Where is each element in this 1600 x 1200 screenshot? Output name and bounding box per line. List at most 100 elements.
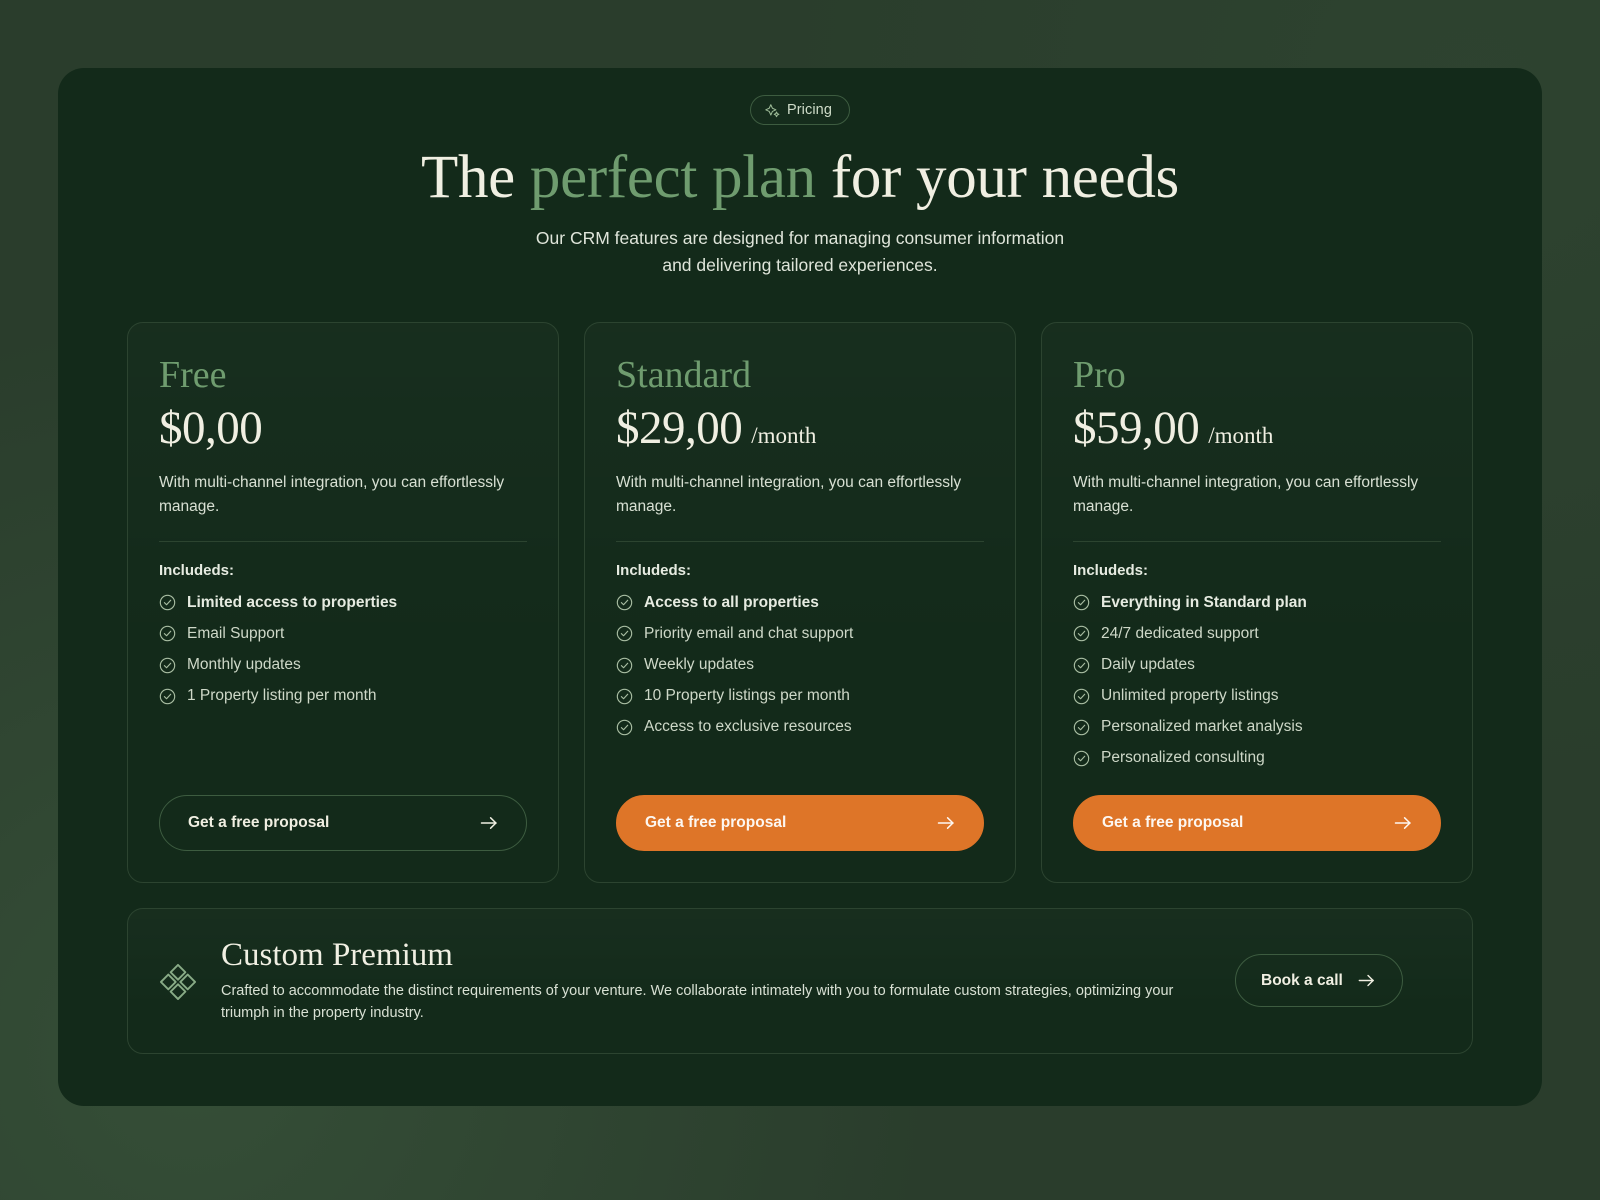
plan-feature-list: Access to all properties Priority email … bbox=[616, 593, 984, 738]
custom-premium-description: Crafted to accommodate the distinct requ… bbox=[221, 983, 1174, 1022]
book-a-call-label: Book a call bbox=[1261, 971, 1343, 989]
list-item-label: 24/7 dedicated support bbox=[1101, 624, 1259, 642]
list-item: 10 Property listings per month bbox=[616, 686, 984, 706]
plan-price-row: $59,00 /month bbox=[1073, 402, 1441, 455]
list-item: 24/7 dedicated support bbox=[1073, 624, 1441, 644]
check-circle-icon bbox=[616, 719, 633, 736]
check-circle-icon bbox=[1073, 657, 1090, 674]
get-free-proposal-button[interactable]: Get a free proposal bbox=[159, 794, 527, 851]
list-item: Personalized market analysis bbox=[1073, 717, 1441, 737]
get-free-proposal-button[interactable]: Get a free proposal bbox=[1073, 794, 1441, 851]
plan-card-free: Free $0,00 With multi-channel integratio… bbox=[127, 322, 559, 883]
plan-description: With multi-channel integration, you can … bbox=[159, 473, 505, 515]
check-circle-icon bbox=[616, 657, 633, 674]
list-item: Access to exclusive resources bbox=[616, 717, 984, 737]
list-item-label: 1 Property listing per month bbox=[187, 687, 377, 705]
check-circle-icon bbox=[1073, 625, 1090, 642]
card-divider bbox=[616, 540, 984, 542]
list-item-label: Access to exclusive resources bbox=[644, 718, 852, 736]
check-circle-icon bbox=[1073, 719, 1090, 736]
check-circle-icon bbox=[616, 625, 633, 642]
list-item: Email Support bbox=[159, 624, 527, 644]
list-item: Daily updates bbox=[1073, 655, 1441, 675]
plan-period: /month bbox=[1208, 423, 1274, 449]
arrow-right-icon bbox=[478, 812, 500, 834]
page-subtitle: Our CRM features are designed for managi… bbox=[58, 225, 1542, 279]
list-item-label: Priority email and chat support bbox=[644, 624, 854, 642]
list-item-label: Email Support bbox=[187, 624, 285, 642]
check-circle-icon bbox=[159, 594, 176, 611]
get-free-proposal-button[interactable]: Get a free proposal bbox=[616, 794, 984, 851]
card-spacer bbox=[1073, 769, 1441, 795]
plan-name: Free bbox=[159, 354, 227, 397]
list-item-label: Personalized market analysis bbox=[1101, 718, 1303, 736]
plan-feature-list: Limited access to properties Email Suppo… bbox=[159, 593, 527, 707]
plan-price: $0,00 bbox=[159, 402, 263, 455]
check-circle-icon bbox=[159, 657, 176, 674]
list-item: Everything in Standard plan bbox=[1073, 593, 1441, 613]
book-a-call-button[interactable]: Book a call bbox=[1235, 954, 1403, 1008]
subtitle-line-1: Our CRM features are designed for managi… bbox=[535, 227, 1065, 248]
cta-label: Get a free proposal bbox=[1102, 813, 1244, 831]
custom-premium-body: Custom Premium Crafted to accommodate th… bbox=[221, 937, 1211, 1025]
list-item: Priority email and chat support bbox=[616, 624, 984, 644]
custom-premium-banner: Custom Premium Crafted to accommodate th… bbox=[127, 907, 1473, 1054]
pricing-plan-grid: Free $0,00 With multi-channel integratio… bbox=[58, 322, 1542, 883]
custom-premium-title: Custom Premium bbox=[221, 936, 453, 973]
card-spacer bbox=[616, 737, 984, 794]
plan-card-pro: Pro $59,00 /month With multi-channel int… bbox=[1041, 322, 1473, 883]
list-item-label: Monthly updates bbox=[187, 655, 301, 673]
plan-price: $59,00 bbox=[1073, 402, 1200, 455]
check-circle-icon bbox=[616, 594, 633, 611]
pricing-header: Pricing The perfect plan for your needs … bbox=[58, 68, 1542, 279]
plan-description: With multi-channel integration, you can … bbox=[1073, 473, 1419, 515]
list-item: Limited access to properties bbox=[159, 593, 527, 613]
card-divider bbox=[1073, 540, 1441, 542]
list-item-label: 10 Property listings per month bbox=[644, 687, 850, 705]
plan-card-standard: Standard $29,00 /month With multi-channe… bbox=[584, 322, 1016, 883]
plan-feature-list: Everything in Standard plan 24/7 dedicat… bbox=[1073, 593, 1441, 769]
headline-accent: perfect plan bbox=[529, 144, 816, 211]
plan-name: Standard bbox=[616, 354, 752, 397]
page-title: The perfect plan for your needs bbox=[58, 145, 1542, 211]
pricing-badge-label: Pricing bbox=[786, 102, 833, 118]
list-item-label: Weekly updates bbox=[644, 655, 754, 673]
cta-label: Get a free proposal bbox=[188, 813, 330, 831]
pricing-panel: Pricing The perfect plan for your needs … bbox=[58, 68, 1542, 1106]
plan-includes-label: Includeds: bbox=[616, 561, 692, 579]
list-item: Personalized consulting bbox=[1073, 748, 1441, 768]
check-circle-icon bbox=[1073, 688, 1090, 705]
plan-price-row: $0,00 bbox=[159, 402, 527, 455]
plan-price: $29,00 bbox=[616, 402, 743, 455]
list-item: Weekly updates bbox=[616, 655, 984, 675]
check-circle-icon bbox=[159, 625, 176, 642]
arrow-right-icon bbox=[1356, 970, 1377, 991]
plan-period: /month bbox=[751, 423, 817, 449]
card-spacer bbox=[159, 706, 527, 794]
list-item-label: Personalized consulting bbox=[1101, 749, 1265, 767]
plan-includes-label: Includeds: bbox=[1073, 561, 1149, 579]
plan-description: With multi-channel integration, you can … bbox=[616, 473, 962, 515]
arrow-right-icon bbox=[1392, 812, 1414, 834]
card-divider bbox=[159, 540, 527, 542]
arrow-right-icon bbox=[935, 812, 957, 834]
list-item: Monthly updates bbox=[159, 655, 527, 675]
check-circle-icon bbox=[159, 688, 176, 705]
plan-includes-label: Includeds: bbox=[159, 561, 235, 579]
sparkle-icon bbox=[765, 103, 780, 118]
plan-name: Pro bbox=[1073, 354, 1126, 397]
list-item: Unlimited property listings bbox=[1073, 686, 1441, 706]
list-item-label: Limited access to properties bbox=[187, 593, 398, 611]
headline-part-2: for your needs bbox=[815, 144, 1179, 211]
headline-part-1: The bbox=[421, 144, 530, 211]
page-root: Pricing The perfect plan for your needs … bbox=[0, 0, 1600, 1200]
check-circle-icon bbox=[1073, 594, 1090, 611]
plan-price-row: $29,00 /month bbox=[616, 402, 984, 455]
cta-label: Get a free proposal bbox=[645, 813, 787, 831]
check-circle-icon bbox=[616, 688, 633, 705]
list-item-label: Daily updates bbox=[1101, 655, 1195, 673]
list-item-label: Everything in Standard plan bbox=[1101, 593, 1307, 611]
list-item: 1 Property listing per month bbox=[159, 686, 527, 706]
check-circle-icon bbox=[1073, 750, 1090, 767]
pricing-badge: Pricing bbox=[749, 95, 851, 125]
